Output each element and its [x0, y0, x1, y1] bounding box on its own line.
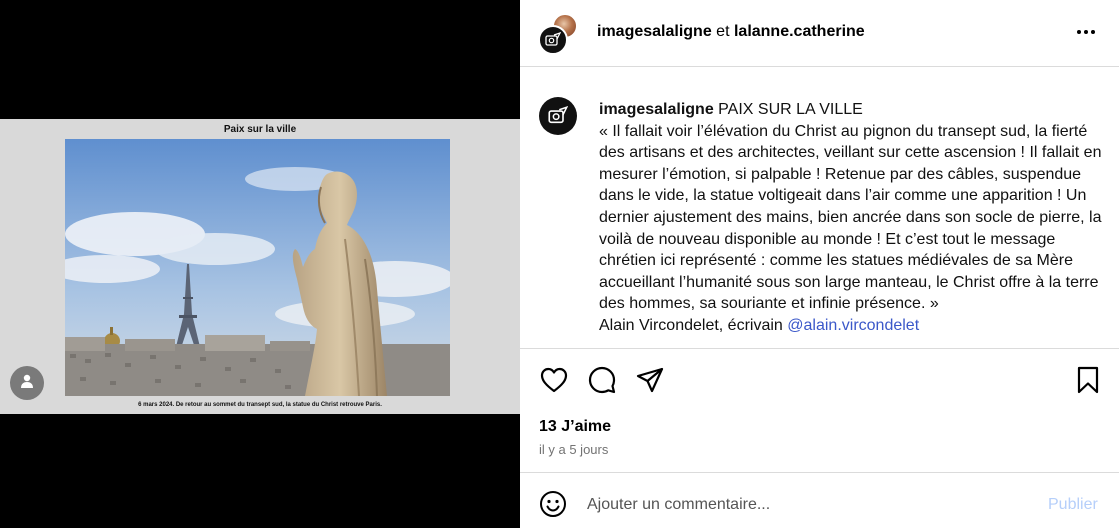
caption-title: PAIX SUR LA VILLE: [718, 101, 863, 118]
post-actions: 13 J’aime il y a 5 jours: [520, 348, 1119, 473]
post-header: imagesalaligne et lalanne.catherine: [520, 0, 1119, 67]
avatar-imagesalaligne[interactable]: [538, 25, 568, 55]
heart-icon: [540, 367, 568, 398]
caption-text: imagesalaligne PAIX SUR LA VILLE « Il fa…: [599, 99, 1104, 337]
caption-avatar[interactable]: [539, 97, 577, 135]
author-link-1[interactable]: imagesalaligne: [597, 23, 712, 40]
caption-author-line: Alain Vircondelet, écrivain: [599, 316, 783, 334]
author-link-2[interactable]: lalanne.catherine: [734, 23, 865, 40]
post-image: Paix sur la ville 6 mars 2024. De retour…: [0, 119, 520, 414]
photo-christ-statue-paris: [65, 139, 450, 396]
mention-link[interactable]: @alain.vircondelet: [787, 317, 919, 334]
publish-button[interactable]: Publier: [1048, 496, 1098, 514]
slide-caption: 6 mars 2024. De retour au sommet du tran…: [138, 402, 382, 408]
emoji-button[interactable]: [539, 490, 567, 518]
author-connector: et: [716, 23, 730, 40]
person-icon: [19, 373, 35, 394]
tagged-people-button[interactable]: [10, 366, 44, 400]
post-media[interactable]: Paix sur la ville 6 mars 2024. De retour…: [0, 0, 520, 528]
collab-avatars[interactable]: [538, 13, 580, 55]
smiley-icon: [539, 491, 567, 522]
bookmark-icon: [1076, 366, 1100, 399]
caption-username[interactable]: imagesalaligne: [599, 101, 714, 118]
share-button[interactable]: [635, 367, 665, 397]
more-options-button[interactable]: [1073, 22, 1099, 42]
more-horizontal-icon: [1077, 30, 1095, 34]
caption-scroll-area[interactable]: imagesalaligne PAIX SUR LA VILLE « Il fa…: [520, 68, 1119, 348]
slide-title: Paix sur la ville: [223, 124, 297, 135]
post-timestamp[interactable]: il y a 5 jours: [539, 442, 608, 457]
caption-body: « Il fallait voir l’élévation du Christ …: [599, 122, 1102, 313]
comment-input[interactable]: [587, 494, 1007, 516]
comment-icon: [588, 366, 616, 399]
save-button[interactable]: [1073, 366, 1103, 399]
like-count[interactable]: 13 J’aime: [539, 418, 611, 436]
post-authors: imagesalaligne et lalanne.catherine: [597, 23, 865, 41]
comment-button[interactable]: [587, 366, 617, 399]
comment-bar: Publier: [520, 474, 1119, 528]
like-button[interactable]: [539, 367, 569, 397]
post-details-panel: imagesalaligne et lalanne.catherine imag…: [520, 0, 1119, 528]
share-icon: [636, 367, 664, 398]
